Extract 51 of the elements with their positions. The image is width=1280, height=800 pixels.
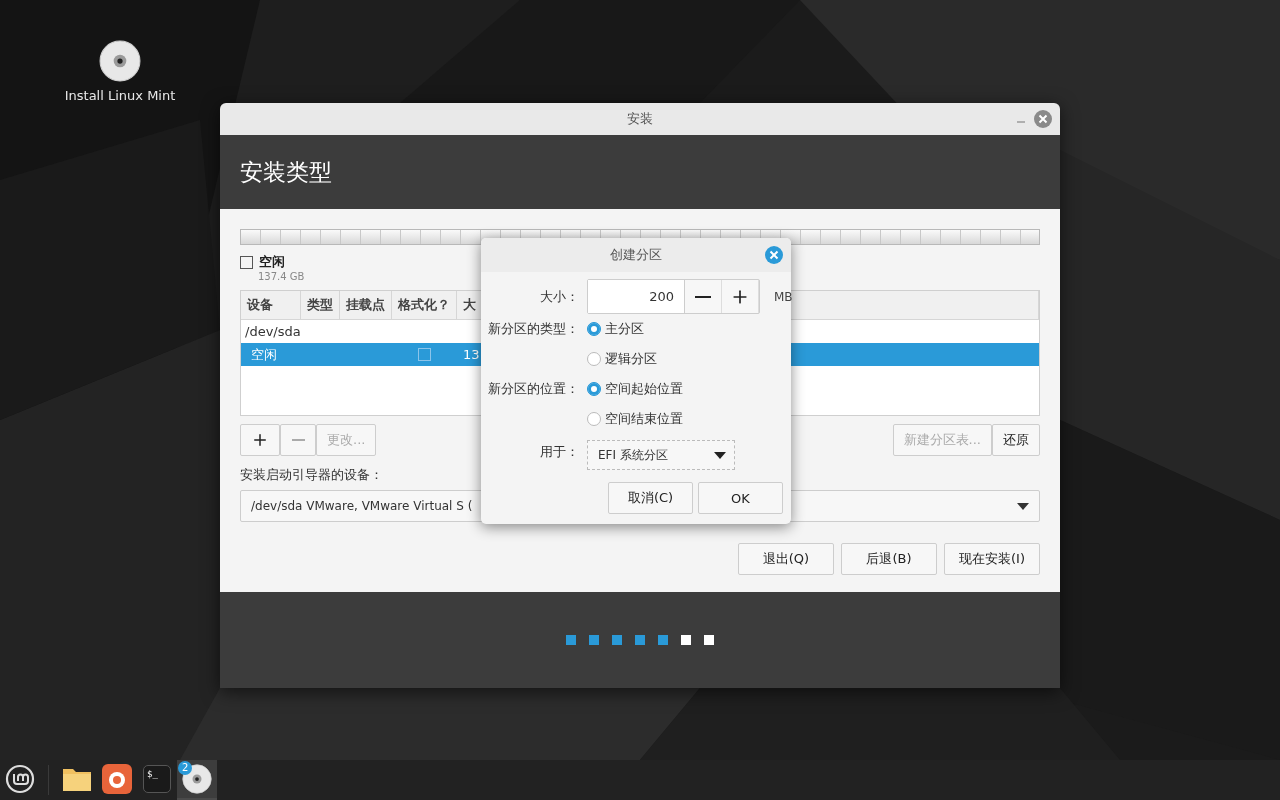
- close-icon[interactable]: [1034, 110, 1052, 128]
- group-label: 新分区的位置：: [487, 380, 579, 398]
- disc-icon: [182, 764, 212, 794]
- browser-icon[interactable]: [102, 764, 132, 794]
- radio-option[interactable]: 逻辑分区: [587, 350, 783, 368]
- column-header[interactable]: 设备: [241, 291, 301, 320]
- table-cell-text: 13: [462, 346, 480, 364]
- close-icon[interactable]: [765, 246, 783, 264]
- radio-option[interactable]: 主分区: [587, 320, 783, 338]
- radio-button[interactable]: [587, 352, 601, 366]
- disc-icon: [99, 40, 141, 82]
- taskbar-item[interactable]: $_: [137, 760, 177, 800]
- caret-icon: [1017, 502, 1029, 510]
- use-dropdown[interactable]: EFI 系统分区: [587, 440, 735, 470]
- group-label: 新分区的类型：: [487, 320, 579, 338]
- use-label: 用于：: [539, 443, 579, 461]
- terminal-icon[interactable]: $_: [143, 765, 171, 793]
- action-button[interactable]: 退出(Q): [738, 543, 834, 575]
- column-header[interactable]: 挂载点: [340, 291, 392, 320]
- bootloader-label: 安装启动引导器的设备：: [240, 466, 384, 484]
- radio-option[interactable]: 空间结束位置: [587, 410, 783, 428]
- dialog-button[interactable]: OK: [698, 482, 783, 514]
- add-button[interactable]: [240, 424, 280, 456]
- format-checkbox[interactable]: [418, 348, 431, 361]
- minus-icon: [291, 439, 305, 441]
- column-header[interactable]: 格式化？: [392, 291, 457, 320]
- dialog-button[interactable]: 取消(C): [608, 482, 693, 514]
- action-button[interactable]: 后退(B): [841, 543, 937, 575]
- desktop-icon-label[interactable]: Install Linux Mint: [64, 88, 176, 103]
- radio-button[interactable]: [587, 412, 601, 426]
- table-action-button[interactable]: 还原: [992, 424, 1040, 456]
- dialog-title: 创建分区: [610, 246, 662, 264]
- column-header[interactable]: 类型: [301, 291, 340, 320]
- size-spin-field[interactable]: 200: [587, 279, 760, 314]
- size-label: 大小：: [539, 287, 579, 306]
- legend-size: 137.4 GB: [258, 271, 306, 282]
- action-button[interactable]: 现在安装(I): [944, 543, 1040, 575]
- folder-icon[interactable]: [62, 766, 92, 792]
- radio-option[interactable]: 空间起始位置: [587, 380, 783, 398]
- page-heading: 安装类型: [240, 157, 332, 187]
- caret-icon: [714, 451, 726, 459]
- count-badge: 2: [178, 761, 193, 775]
- menu-logo-icon[interactable]: [5, 764, 35, 794]
- radio-button[interactable]: [587, 322, 601, 336]
- window-title: 安装: [627, 110, 653, 128]
- minus-icon[interactable]: [695, 295, 711, 298]
- radio-button[interactable]: [587, 382, 601, 396]
- legend-label: 空闲: [259, 253, 285, 271]
- size-unit: MB: [774, 289, 793, 304]
- table-cell[interactable]: /dev/sda: [241, 320, 301, 343]
- plus-icon: [251, 431, 269, 449]
